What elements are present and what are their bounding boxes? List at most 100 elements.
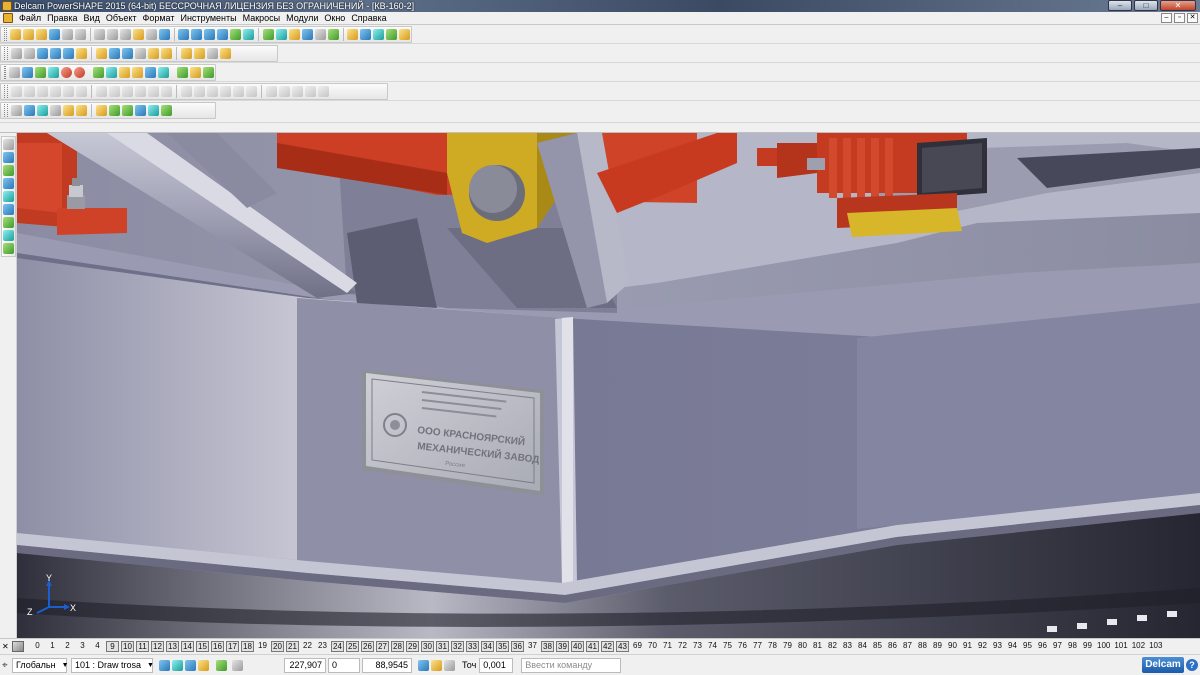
level-button[interactable]: 33 [466, 641, 479, 652]
app-icon[interactable] [2, 1, 12, 11]
level-button[interactable]: 89 [931, 641, 944, 652]
abs-rel-icon[interactable] [444, 659, 455, 671]
copy-icon[interactable] [385, 29, 397, 40]
layer-icon[interactable] [22, 67, 33, 78]
rotate-view-icon[interactable] [3, 152, 14, 163]
fillet-icon[interactable] [109, 86, 120, 97]
extrude-icon[interactable] [63, 86, 74, 97]
level-button[interactable]: 78 [766, 641, 779, 652]
level-icon[interactable] [9, 67, 20, 78]
calculator-icon[interactable] [418, 659, 429, 671]
paste-icon[interactable] [107, 29, 118, 40]
level-button[interactable]: 81 [811, 641, 824, 652]
help-icon[interactable]: ? [1186, 659, 1198, 671]
menu-format[interactable]: Формат [140, 12, 178, 25]
level-button[interactable]: 80 [796, 641, 809, 652]
level-button[interactable]: 77 [751, 641, 764, 652]
solid-sphere-icon[interactable] [50, 86, 61, 97]
view-front-icon[interactable] [220, 48, 231, 59]
solid-green-icon[interactable] [3, 165, 14, 176]
level-button[interactable]: 93 [991, 641, 1004, 652]
dimension-icon[interactable] [132, 67, 143, 78]
level-button[interactable]: 69 [631, 641, 644, 652]
light-icon[interactable] [181, 48, 192, 59]
save-icon[interactable] [48, 29, 60, 40]
cube-blue-icon[interactable] [3, 178, 14, 189]
menu-edit[interactable]: Правка [44, 12, 80, 25]
level-button[interactable]: 27 [376, 641, 389, 652]
wireframe-icon[interactable] [161, 48, 172, 59]
paste-icon[interactable] [398, 29, 410, 40]
level-button[interactable]: 12 [151, 641, 164, 652]
level-button[interactable]: 34 [481, 641, 494, 652]
doc-close-button[interactable]: ✕ [1187, 13, 1198, 23]
text-icon[interactable] [145, 67, 156, 78]
level-button[interactable]: 28 [391, 641, 404, 652]
curve-a-icon[interactable] [109, 105, 120, 116]
zoom-box-icon[interactable] [109, 48, 120, 59]
toolbar-grip[interactable] [4, 47, 8, 60]
level-button[interactable]: 83 [841, 641, 854, 652]
level-button[interactable]: 29 [406, 641, 419, 652]
solid-sphere-icon[interactable] [292, 86, 303, 97]
level-button[interactable]: 19 [256, 641, 269, 652]
zoom-in-icon[interactable] [63, 48, 74, 59]
cut-icon[interactable] [372, 29, 384, 40]
snap-grid-icon[interactable] [172, 659, 183, 671]
level-button[interactable]: 39 [556, 641, 569, 652]
view-iso-icon[interactable] [50, 48, 61, 59]
delete-icon[interactable] [120, 29, 131, 40]
extrude-icon[interactable] [305, 86, 316, 97]
feature-icon[interactable] [233, 86, 244, 97]
level-button[interactable]: 16 [211, 641, 224, 652]
mirror-icon[interactable] [181, 86, 192, 97]
level-button[interactable]: 18 [241, 641, 254, 652]
wire-block-icon[interactable] [50, 105, 61, 116]
coord-x-field[interactable]: 227,907 [284, 657, 326, 673]
level-button[interactable]: 101 [1113, 641, 1128, 652]
level-select[interactable]: 101 : Draw trosa ▼ [71, 657, 154, 673]
level-button[interactable]: 11 [136, 641, 149, 652]
level-button[interactable]: 94 [1006, 641, 1019, 652]
surface-icon[interactable] [230, 29, 242, 40]
spline-icon[interactable] [217, 29, 229, 40]
doc-restore-button[interactable]: ▫ [1174, 13, 1185, 23]
arc-icon[interactable] [178, 29, 190, 40]
solid-box-icon[interactable] [246, 86, 257, 97]
level-button[interactable]: 98 [1066, 641, 1079, 652]
level-button[interactable]: 38 [541, 641, 554, 652]
select-icon[interactable] [159, 29, 170, 40]
check-icon[interactable] [161, 105, 172, 116]
open-folder-icon[interactable] [35, 29, 47, 40]
workplane-icon[interactable]: ⌖ [2, 659, 12, 672]
help-icon[interactable] [288, 29, 300, 40]
gear-c-icon[interactable] [96, 105, 107, 116]
level-button[interactable]: 76 [736, 641, 749, 652]
mesh-icon[interactable] [177, 67, 188, 78]
level-button[interactable]: 95 [1021, 641, 1034, 652]
tolerance-field[interactable]: 0,001 [479, 657, 514, 673]
level-button[interactable]: 74 [706, 641, 719, 652]
close-button[interactable]: ✕ [1160, 0, 1196, 11]
level-button[interactable]: 35 [496, 641, 509, 652]
level-button[interactable]: 90 [946, 641, 959, 652]
gear-b-icon[interactable] [76, 105, 87, 116]
view-top-icon[interactable] [207, 48, 218, 59]
level-button[interactable]: 91 [961, 641, 974, 652]
level-button[interactable]: 17 [226, 641, 239, 652]
level-button[interactable]: 87 [901, 641, 914, 652]
level-button[interactable]: 22 [301, 641, 314, 652]
level-button[interactable]: 97 [1051, 641, 1064, 652]
level-button[interactable]: 32 [451, 641, 464, 652]
toolbar-grip[interactable] [4, 85, 8, 98]
level-button[interactable]: 71 [661, 641, 674, 652]
pattern-icon[interactable] [161, 86, 172, 97]
level-button[interactable]: 92 [976, 641, 989, 652]
level-button[interactable]: 72 [676, 641, 689, 652]
level-button[interactable]: 42 [601, 641, 614, 652]
cube-a-icon[interactable] [135, 105, 146, 116]
level-button[interactable]: 23 [316, 641, 329, 652]
shading-icon[interactable] [148, 48, 159, 59]
render-icon[interactable] [194, 48, 205, 59]
solid-icon[interactable] [243, 29, 255, 40]
